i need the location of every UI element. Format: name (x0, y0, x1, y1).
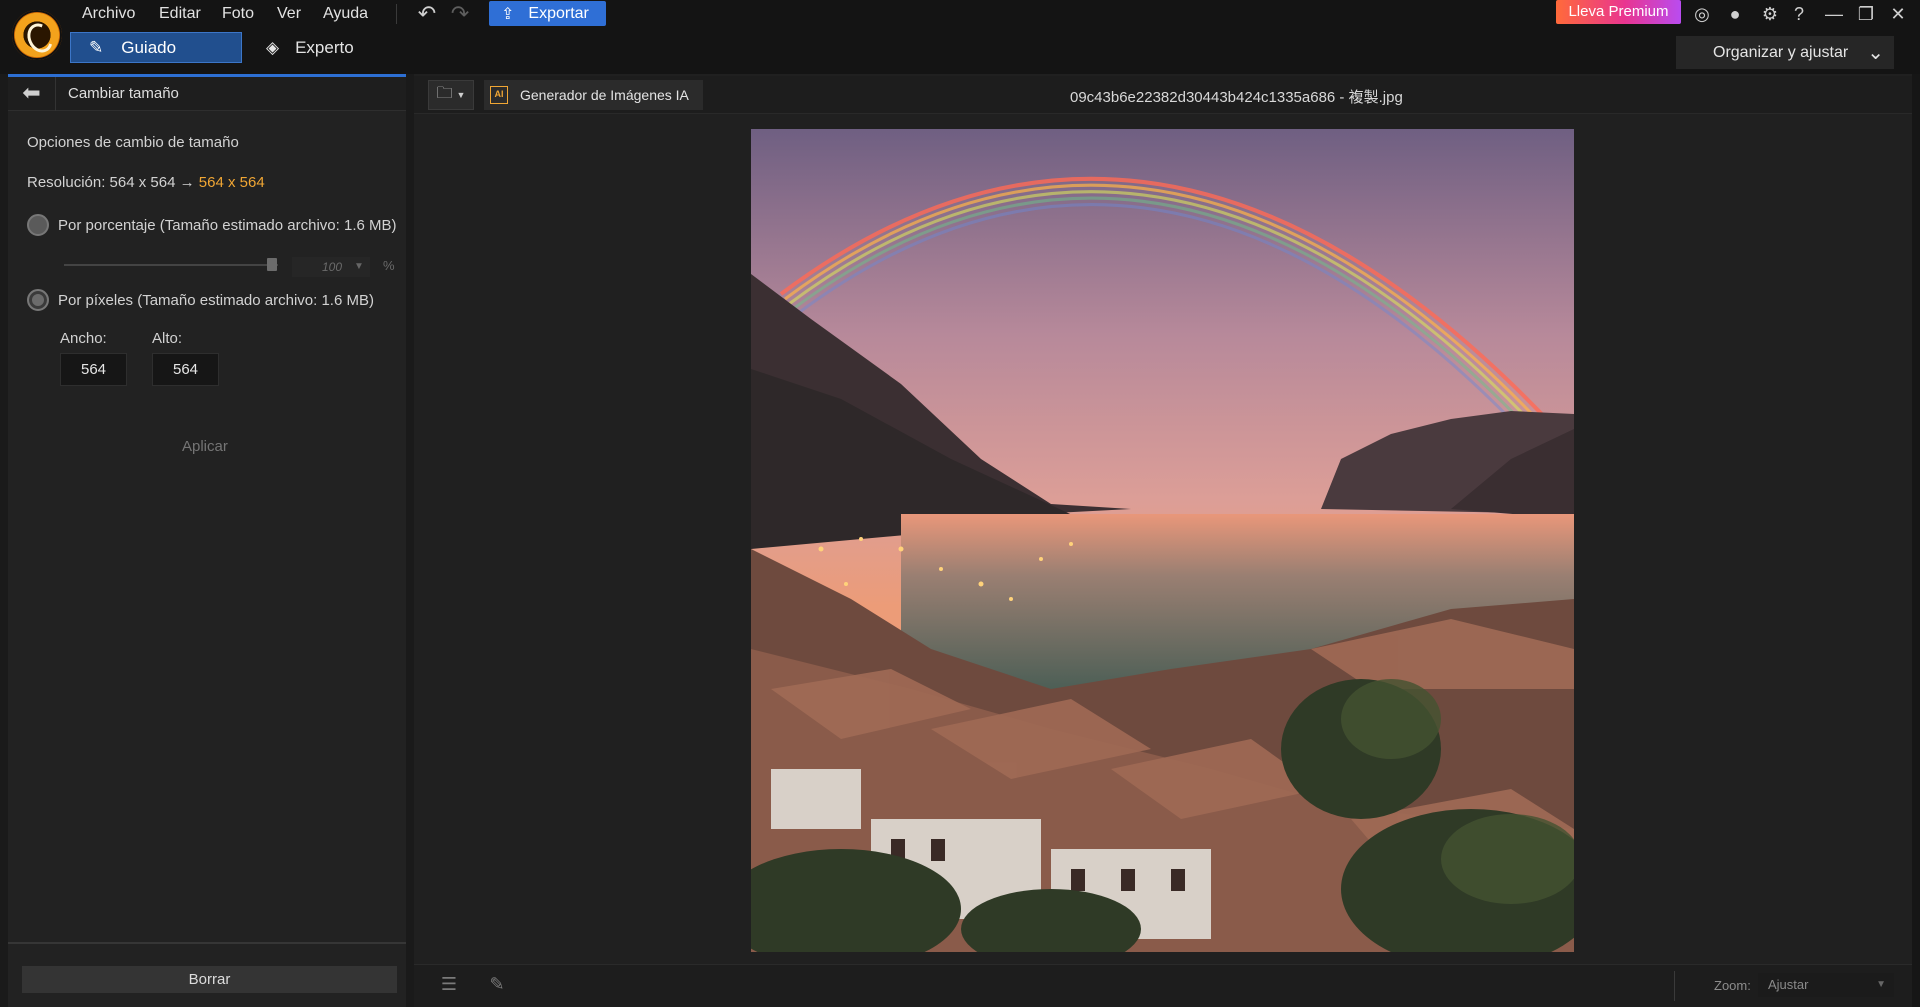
back-arrow-icon[interactable]: ⬅ (8, 77, 56, 111)
section-title: Opciones de cambio de tamaño (27, 134, 239, 151)
menu-ver[interactable]: Ver (277, 4, 301, 24)
tab-guided[interactable]: ✎ Guiado (70, 32, 242, 63)
height-field[interactable]: 564 (152, 353, 219, 386)
account-icon[interactable]: ◎ (1690, 2, 1714, 26)
folder-icon: 🗀 (436, 84, 453, 102)
chevron-down-icon: ⌄ (1867, 42, 1884, 64)
apply-button[interactable]: Aplicar (182, 438, 228, 455)
file-name: 09c43b6e22382d30443b424c1335a686 - 複製.jp… (1070, 89, 1403, 106)
option-percent-label: Por porcentaje (Tamaño estimado archivo:… (58, 217, 397, 234)
ai-image-generator-button[interactable]: AI Generador de Imágenes IA (484, 80, 703, 110)
notification-icon[interactable]: ● (1723, 2, 1747, 26)
resolution-info: Resolución: 564 x 564 → 564 x 564 (27, 174, 265, 191)
layers-icon: ◈ (266, 37, 280, 57)
redo-icon[interactable]: ↷ (447, 2, 473, 26)
restore-icon[interactable]: ❐ (1854, 2, 1878, 26)
organize-label: Organizar y ajustar (1713, 43, 1849, 61)
menu-foto[interactable]: Foto (222, 4, 254, 24)
menu-ayuda[interactable]: Ayuda (323, 4, 368, 24)
adjust-list-icon[interactable]: ☰ (434, 972, 464, 996)
panel-title: Cambiar tamaño (68, 85, 179, 102)
width-field[interactable]: 564 (60, 353, 127, 386)
zoom-divider (1674, 971, 1675, 1001)
export-label: Exportar (528, 4, 589, 22)
chevron-down-icon: ▼ (456, 90, 466, 100)
help-icon[interactable]: ? (1787, 2, 1811, 26)
height-label: Alto: (152, 330, 183, 347)
clear-button[interactable]: Borrar (22, 966, 397, 993)
canvas-bottom-bar (414, 964, 1912, 1007)
width-label: Ancho: (60, 330, 107, 347)
tab-expert-label: Experto (295, 37, 354, 57)
settings-gear-icon[interactable]: ⚙ (1758, 2, 1782, 26)
zoom-select[interactable]: Ajustar ▼ (1758, 973, 1894, 997)
tab-expert[interactable]: ◈ Experto (266, 32, 386, 63)
resize-panel (8, 74, 406, 1007)
radio-percent[interactable] (27, 214, 49, 236)
photo-canvas[interactable] (751, 129, 1574, 952)
percent-slider-handle[interactable] (267, 258, 277, 271)
upload-icon: ⇪ (501, 5, 515, 23)
app-logo (12, 10, 62, 60)
lake-rainbow-photo (751, 129, 1574, 952)
brush-eraser-icon[interactable]: ✎ (482, 972, 512, 996)
resolution-prefix: Resolución: 564 x 564 → (27, 174, 195, 191)
menu-archivo[interactable]: Archivo (82, 4, 135, 24)
magic-wand-icon: ✎ (89, 37, 104, 57)
percent-slider-track[interactable] (64, 264, 278, 266)
zoom-label: Zoom: (1714, 978, 1751, 993)
zoom-value: Ajustar (1768, 977, 1809, 992)
tab-guided-label: Guiado (121, 37, 177, 57)
percent-unit: % (383, 258, 395, 273)
minimize-icon[interactable]: — (1822, 2, 1846, 26)
option-pixels-label: Por píxeles (Tamaño estimado archivo: 1.… (58, 292, 374, 309)
export-button[interactable]: ⇪ Exportar (489, 1, 606, 26)
close-icon[interactable]: ✕ (1886, 2, 1910, 26)
undo-icon[interactable]: ↶ (414, 2, 440, 26)
menu-divider (396, 4, 397, 24)
panel-divider (8, 942, 406, 944)
ai-generator-label: Generador de Imágenes IA (520, 87, 689, 103)
premium-button[interactable]: Lleva Premium (1556, 0, 1681, 24)
folder-button[interactable]: 🗀 ▼ (428, 80, 474, 110)
chevron-down-icon: ▼ (1876, 979, 1886, 990)
percent-dropdown-icon[interactable]: ▼ (354, 257, 364, 277)
radio-pixels[interactable] (27, 289, 49, 311)
ai-image-icon: AI (490, 86, 508, 104)
right-edge (1912, 74, 1920, 1007)
resolution-new: 564 x 564 (198, 174, 265, 191)
menu-editar[interactable]: Editar (159, 4, 201, 24)
organize-dropdown[interactable]: Organizar y ajustar ⌄ (1676, 36, 1894, 69)
